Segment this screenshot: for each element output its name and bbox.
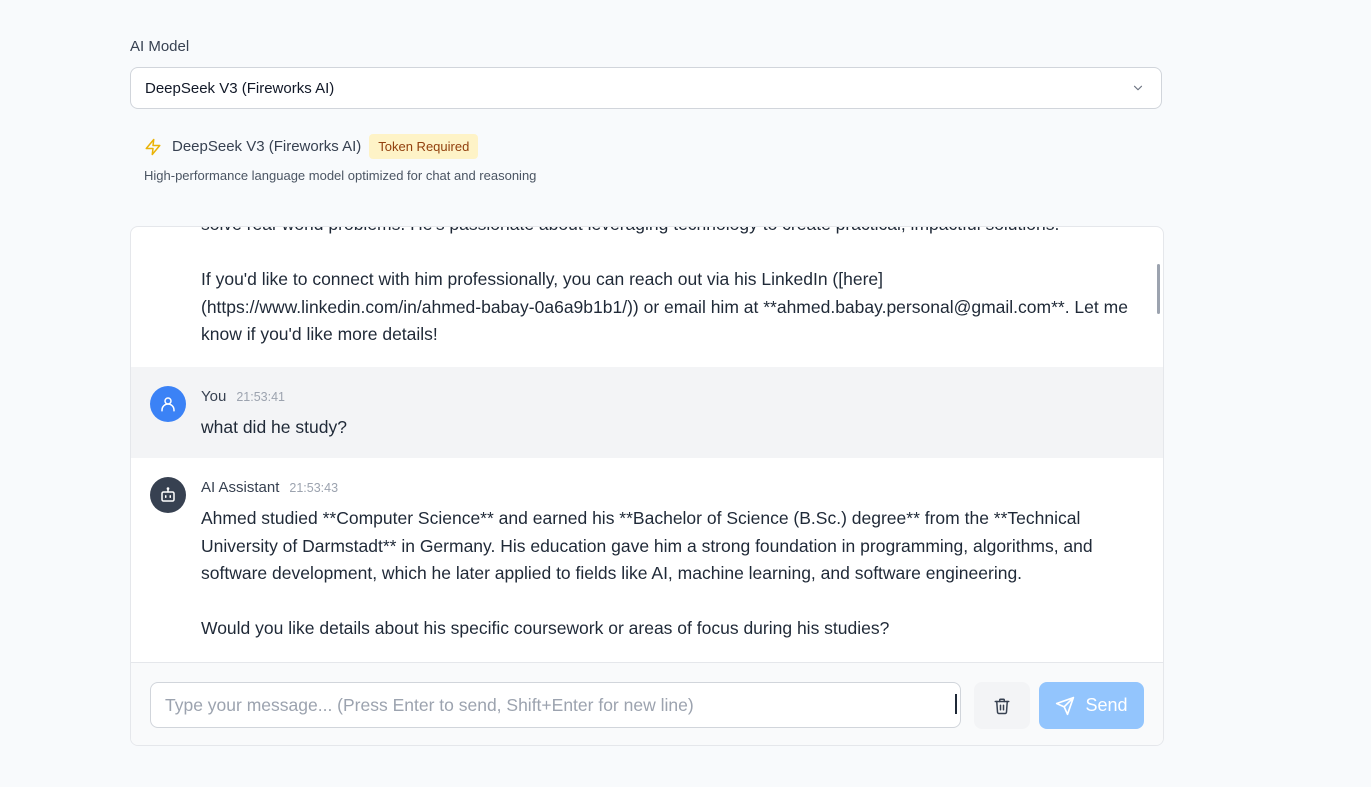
assistant-message: AI Assistant 21:53:43 Ahmed studied **Co… [131,458,1163,662]
model-label: AI Model [130,38,190,55]
assistant-message-previous: solve real-world problems. He's passiona… [201,227,1151,349]
send-button-label: Send [1085,695,1128,715]
message-time: 21:53:43 [289,481,339,495]
chat-panel: solve real-world problems. He's passiona… [130,226,1164,746]
model-select-value: DeepSeek V3 (Fireworks AI) [145,79,335,97]
send-icon [1056,696,1075,715]
bot-icon [161,487,175,502]
user-message: You 21:53:41 what did he study? [131,367,1163,458]
model-info: DeepSeek V3 (Fireworks AI) Token Require… [144,134,479,159]
send-button[interactable]: Send [1039,682,1144,729]
trash-icon [994,698,1010,714]
model-select[interactable]: DeepSeek V3 (Fireworks AI) [130,67,1162,109]
lightning-icon [145,138,161,155]
message-text: what did he study? [201,417,347,437]
model-description: High-performance language model optimize… [144,168,537,183]
chevron-down-icon [1133,85,1143,91]
message-input[interactable] [150,682,961,728]
message-text: solve real-world problems. He's passiona… [201,227,1128,344]
message-author: AI Assistant [201,479,280,496]
message-list[interactable]: solve real-world problems. He's passiona… [131,227,1163,662]
user-icon [161,397,175,412]
clear-chat-button[interactable] [974,682,1030,729]
token-required-badge: Token Required [369,134,479,159]
user-avatar [150,386,186,422]
composer: Send [131,662,1163,745]
message-author: You [201,388,227,405]
message-text: Ahmed studied **Computer Science** and e… [201,508,1093,638]
assistant-avatar [150,477,186,513]
scrollbar-thumb[interactable] [1157,264,1160,314]
text-caret [955,694,957,714]
model-info-name: DeepSeek V3 (Fireworks AI) [172,138,362,155]
message-time: 21:53:41 [236,390,285,404]
